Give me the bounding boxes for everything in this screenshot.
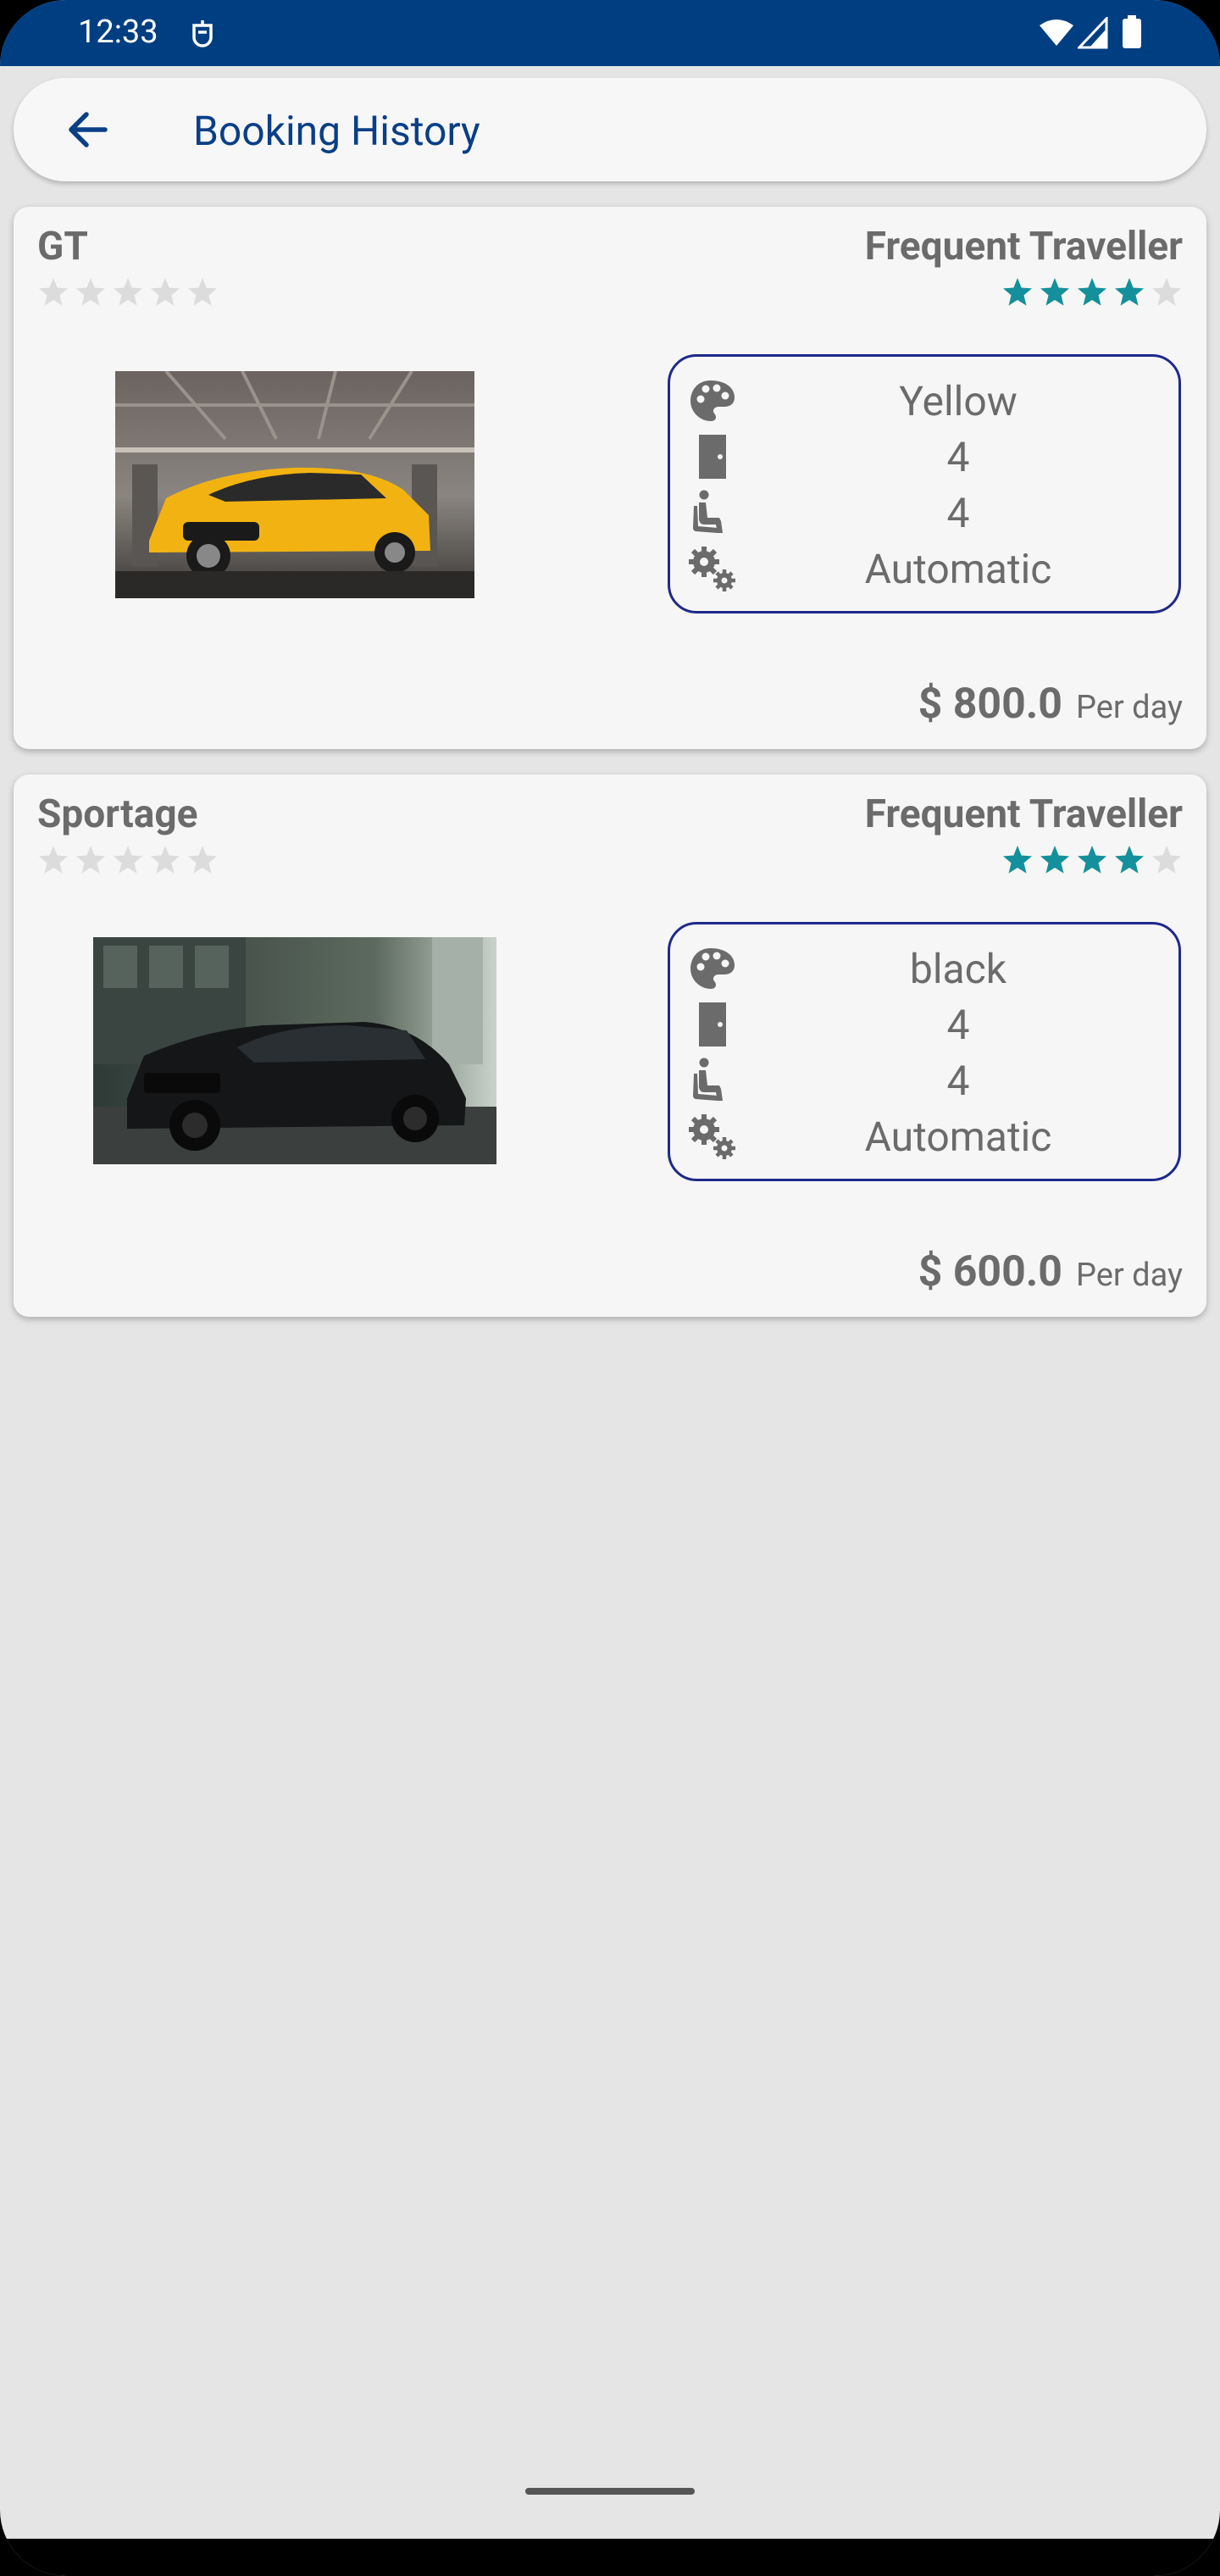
spec-seats-value: 4 — [946, 489, 970, 537]
app-bar: Booking History — [14, 78, 1206, 181]
price-value: $ 600.0 — [918, 1247, 1062, 1296]
star-filled-icon — [1078, 278, 1106, 306]
home-gesture-handle[interactable] — [525, 2488, 695, 2495]
star-filled-icon — [1040, 846, 1069, 874]
star-empty-icon — [76, 278, 105, 306]
star-empty-icon — [188, 846, 217, 874]
price-value: $ 800.0 — [918, 680, 1062, 729]
door-icon — [699, 435, 726, 479]
star-filled-icon — [1003, 846, 1032, 874]
signal-icon — [1078, 17, 1108, 49]
black-suv-car-photo — [93, 937, 496, 1164]
palette-icon — [690, 948, 735, 989]
star-empty-icon — [114, 278, 142, 306]
tier-rating — [1001, 844, 1183, 876]
star-empty-icon — [1152, 846, 1181, 874]
arrow-back-icon[interactable] — [61, 103, 115, 157]
seat-icon — [693, 1058, 723, 1101]
spec-seats: 4 — [670, 484, 1178, 540]
spec-color: Yellow — [670, 372, 1178, 428]
spec-transmission: Automatic — [670, 540, 1178, 596]
spec-transmission-value: Automatic — [864, 545, 1052, 593]
spec-seats: 4 — [670, 1052, 1178, 1108]
booking-card-gt[interactable]: GT Frequent Traveller Yellow 4 4 Automat… — [14, 207, 1206, 749]
car-photo — [93, 937, 496, 1164]
star-empty-icon — [188, 278, 217, 306]
spec-color-value: black — [909, 945, 1007, 993]
battery-icon — [1123, 15, 1141, 48]
door-icon — [699, 1002, 726, 1046]
star-filled-icon — [1078, 846, 1106, 874]
star-empty-icon — [114, 846, 142, 874]
seat-icon — [693, 490, 723, 533]
spec-seats-value: 4 — [946, 1057, 970, 1105]
palette-icon — [690, 380, 735, 421]
booking-card-sportage[interactable]: Sportage Frequent Traveller black 4 4 Au… — [14, 774, 1206, 1317]
car-specs-panel: black 4 4 Automatic — [668, 922, 1181, 1181]
status-bar: 12:33 — [0, 0, 1220, 66]
price: $ 800.0 Per day — [918, 680, 1183, 729]
spec-doors: 4 — [670, 996, 1178, 1052]
spec-transmission: Automatic — [670, 1108, 1178, 1163]
car-specs-panel: Yellow 4 4 Automatic — [668, 354, 1181, 613]
star-empty-icon — [39, 278, 68, 306]
gears-icon — [689, 547, 735, 591]
status-time: 12:33 — [78, 14, 158, 51]
star-filled-icon — [1115, 278, 1144, 306]
spec-color: black — [670, 940, 1178, 996]
price: $ 600.0 Per day — [918, 1247, 1183, 1296]
yellow-hatchback-car-photo — [115, 371, 474, 598]
tier-rating — [1001, 276, 1183, 308]
screen: 12:33 Booking History GT Frequent Travel… — [0, 0, 1220, 2576]
navigation-bar — [0, 2539, 1220, 2576]
wifi-icon — [1040, 19, 1073, 46]
star-filled-icon — [1040, 278, 1069, 306]
star-empty-icon — [151, 278, 180, 306]
car-rating — [37, 276, 219, 308]
car-rating — [37, 844, 219, 876]
spec-doors: 4 — [670, 428, 1178, 484]
star-empty-icon — [151, 846, 180, 874]
price-unit: Per day — [1076, 689, 1183, 726]
price-unit: Per day — [1076, 1257, 1183, 1294]
gears-icon — [689, 1114, 735, 1159]
spec-transmission-value: Automatic — [864, 1113, 1052, 1161]
star-filled-icon — [1115, 846, 1144, 874]
star-empty-icon — [76, 846, 105, 874]
car-name: Sportage — [37, 791, 198, 837]
car-name: GT — [37, 224, 88, 269]
star-empty-icon — [1152, 278, 1181, 306]
spec-doors-value: 4 — [946, 1001, 970, 1049]
spec-doors-value: 4 — [946, 433, 970, 481]
star-empty-icon — [39, 846, 68, 874]
star-filled-icon — [1003, 278, 1032, 306]
car-photo — [115, 371, 474, 598]
notification-icon — [192, 20, 213, 47]
customer-tier-label: Frequent Traveller — [864, 224, 1183, 269]
page-title: Booking History — [193, 107, 480, 155]
customer-tier-label: Frequent Traveller — [864, 791, 1183, 837]
spec-color-value: Yellow — [899, 377, 1018, 425]
